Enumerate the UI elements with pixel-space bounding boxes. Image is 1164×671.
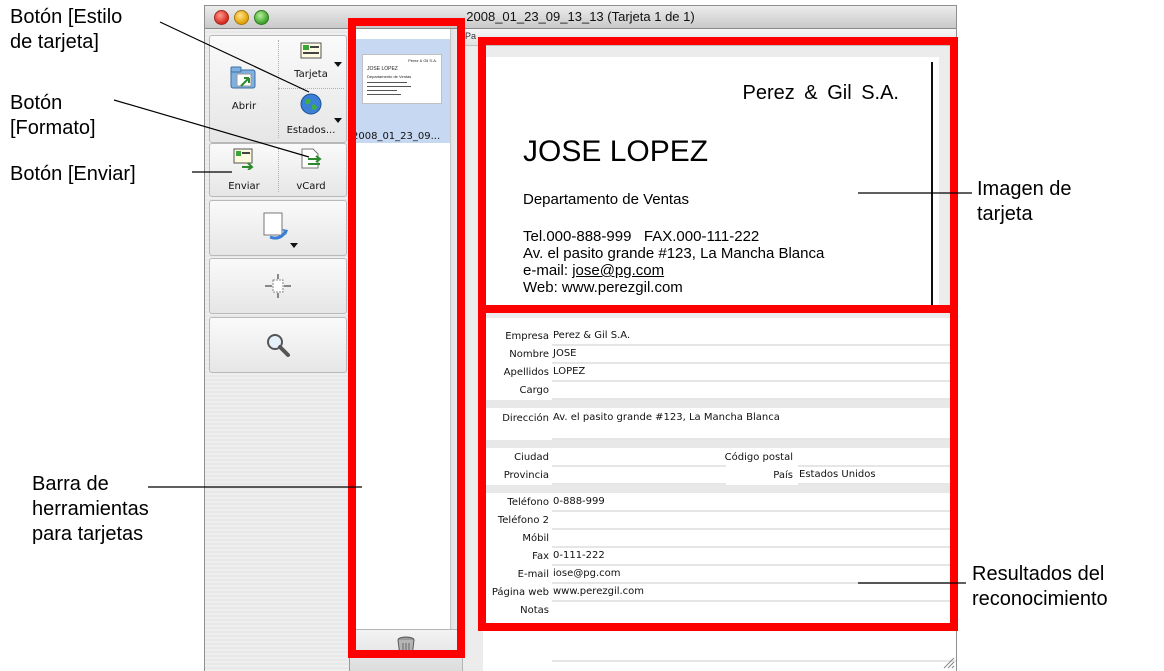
leader-estilo-tarjeta (159, 21, 310, 93)
callout-lines (113, 21, 972, 584)
leader-formato (113, 99, 310, 158)
